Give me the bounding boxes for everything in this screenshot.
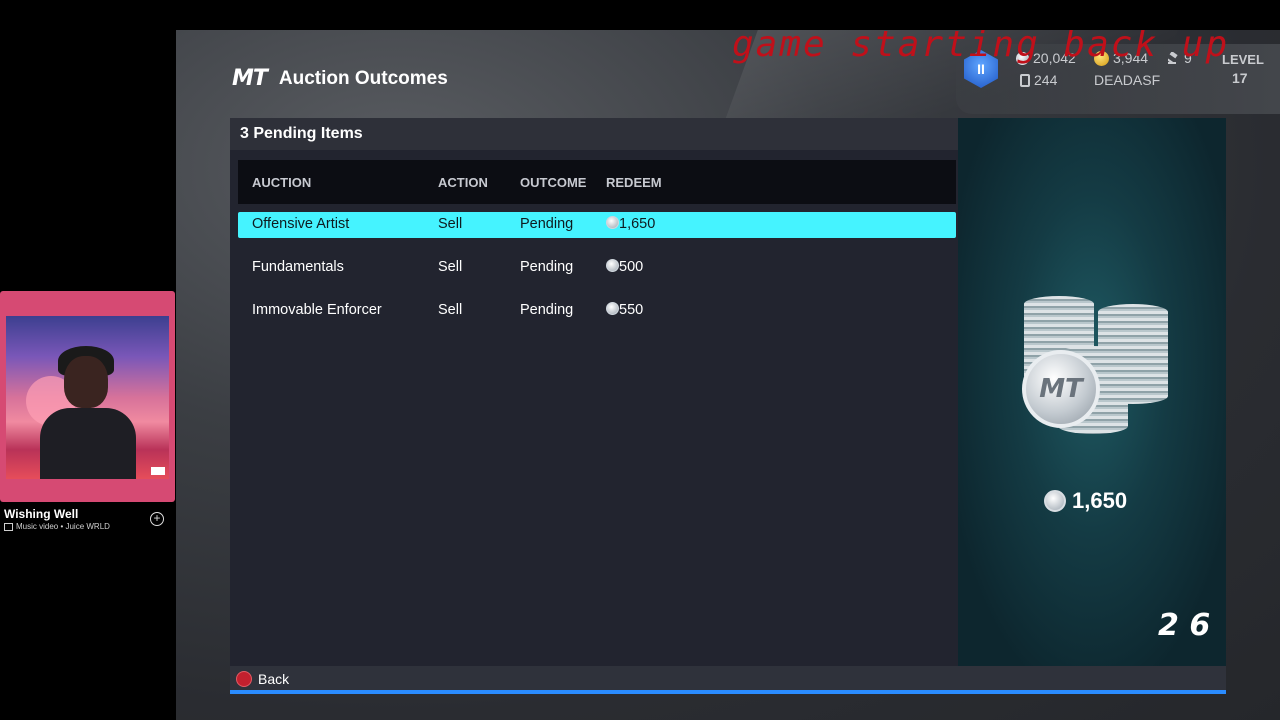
album-art: [6, 316, 169, 479]
reward-amount-value: 1,650: [1072, 488, 1128, 513]
stream-overlay-text: game starting back up: [732, 30, 1230, 65]
top-black-bar: [0, 0, 1280, 30]
reward-preview: MT 1,650 2 6: [958, 118, 1226, 666]
table-row[interactable]: Immovable Enforcer Sell Pending 550: [238, 298, 956, 324]
mt-big-coin-icon: MT: [1022, 350, 1100, 428]
mt-coin-icon: [1044, 490, 1066, 512]
page-title: MT Auction Outcomes: [232, 66, 448, 91]
row-redeem: 500: [606, 259, 643, 275]
mt-coin-icon: [606, 216, 619, 229]
row-redeem: 550: [606, 302, 643, 318]
mt-coin-icon: [606, 302, 619, 315]
row-action: Sell: [438, 259, 463, 275]
row-redeem: 1,650: [606, 216, 655, 232]
row-auction: Fundamentals: [252, 259, 344, 275]
column-action: ACTION: [438, 175, 488, 190]
album-figure-head: [64, 356, 108, 408]
footer-accent-line: [230, 690, 1226, 694]
mt-coin-icon: [606, 259, 619, 272]
username-text: DEADASF: [1094, 72, 1161, 88]
page-title-text: Auction Outcomes: [278, 67, 448, 89]
row-auction: Immovable Enforcer: [252, 302, 382, 318]
table-row[interactable]: Fundamentals Sell Pending 500: [238, 255, 956, 281]
song-subtitle-text: Music video • Juice WRLD: [16, 522, 110, 531]
panel-header: 3 Pending Items: [230, 118, 958, 150]
parental-advisory-icon: [151, 467, 165, 475]
level-value: 17: [1232, 70, 1248, 86]
nba2k26-logo: 2 6: [1158, 608, 1211, 643]
song-subtitle: Music video • Juice WRLD: [4, 522, 110, 531]
column-auction: AUCTION: [252, 175, 312, 190]
music-card[interactable]: [0, 291, 175, 502]
circle-button-icon: [236, 671, 252, 687]
column-redeem: REDEEM: [606, 175, 662, 190]
row-redeem-value: 1,650: [619, 216, 656, 232]
row-redeem-value: 500: [619, 259, 644, 275]
table-row[interactable]: Offensive Artist Sell Pending 1,650: [238, 212, 956, 238]
album-figure-body: [40, 408, 136, 479]
back-label: Back: [258, 671, 290, 687]
mt-logo: MT: [232, 66, 268, 91]
pending-items-heading: 3 Pending Items: [240, 125, 363, 142]
add-to-library-button[interactable]: +: [150, 512, 164, 526]
row-outcome: Pending: [520, 216, 574, 232]
row-redeem-value: 550: [619, 302, 644, 318]
video-icon: [4, 522, 13, 531]
game-screen: MT Auction Outcomes II 20,042 3,944 9 24…: [176, 30, 1280, 720]
row-auction: Offensive Artist: [252, 216, 350, 232]
column-outcome: OUTCOME: [520, 175, 587, 190]
cards-count-value: 244: [1034, 72, 1058, 88]
table-header: AUCTION ACTION OUTCOME REDEEM: [238, 160, 956, 204]
row-action: Sell: [438, 216, 463, 232]
row-action: Sell: [438, 302, 463, 318]
back-button[interactable]: Back: [236, 671, 289, 687]
username: DEADASF: [1094, 72, 1160, 88]
reward-amount: 1,650: [1044, 488, 1127, 514]
song-title[interactable]: Wishing Well: [4, 507, 78, 521]
row-outcome: Pending: [520, 259, 574, 275]
row-outcome: Pending: [520, 302, 574, 318]
auction-outcomes-panel: 3 Pending Items AUCTION ACTION OUTCOME R…: [230, 118, 958, 666]
card-icon: [1020, 73, 1030, 87]
cards-count: 244: [1020, 72, 1057, 88]
